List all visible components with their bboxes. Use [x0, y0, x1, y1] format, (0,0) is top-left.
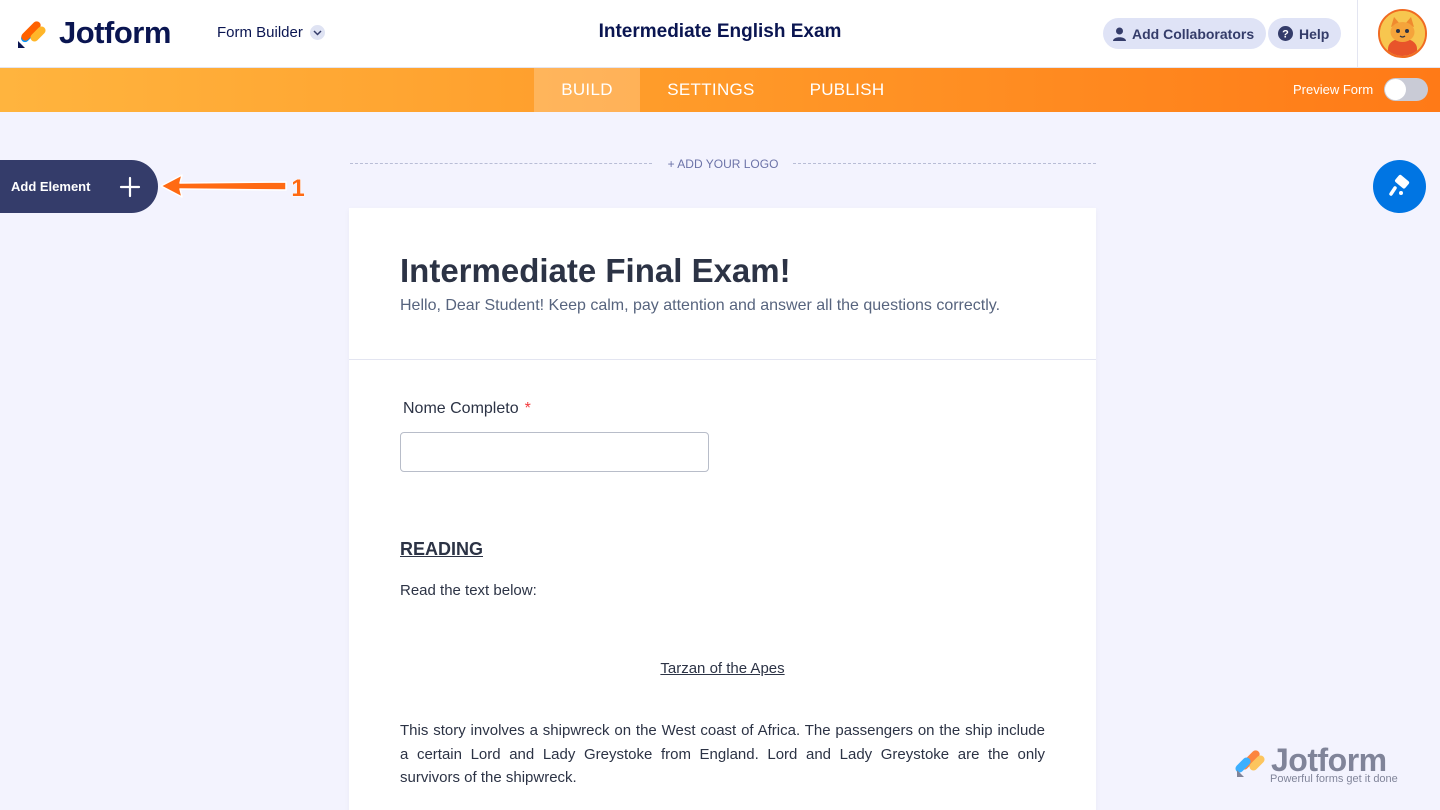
- jotform-watermark: Jotform Powerful forms get it done: [1233, 742, 1413, 790]
- add-element-label: Add Element: [11, 179, 91, 194]
- top-header: Jotform Form Builder Intermediate Englis…: [0, 0, 1440, 68]
- tab-publish-label: PUBLISH: [809, 80, 885, 99]
- header-divider: [1357, 0, 1358, 68]
- form-card: Intermediate Final Exam! Hello, Dear Stu…: [349, 208, 1096, 810]
- full-name-label-text: Nome Completo: [403, 400, 519, 417]
- tab-settings[interactable]: SETTINGS: [651, 68, 771, 112]
- watermark-tagline: Powerful forms get it done: [1270, 773, 1398, 785]
- reading-instruction[interactable]: Read the text below:: [400, 582, 537, 599]
- add-logo-button[interactable]: + ADD YOUR LOGO: [661, 157, 785, 171]
- user-avatar[interactable]: [1378, 9, 1427, 58]
- jotform-logo[interactable]: Jotform: [17, 15, 171, 51]
- svg-text:?: ?: [1282, 29, 1289, 41]
- tab-settings-label: SETTINGS: [667, 80, 755, 99]
- user-icon: [1113, 27, 1126, 41]
- form-title[interactable]: Intermediate English Exam: [599, 21, 842, 42]
- add-element-button[interactable]: Add Element: [0, 160, 158, 213]
- help-icon: ?: [1278, 26, 1293, 41]
- callout-arrow-icon: 1: [160, 174, 305, 202]
- reading-heading[interactable]: READING: [400, 539, 483, 560]
- avatar-cat-icon: [1380, 11, 1425, 56]
- form-designer-button[interactable]: [1373, 160, 1426, 213]
- builder-nav-bar: BUILD SETTINGS PUBLISH Preview Form: [0, 68, 1440, 112]
- story-title[interactable]: Tarzan of the Apes: [349, 660, 1096, 677]
- full-name-input[interactable]: [400, 432, 709, 472]
- tab-publish[interactable]: PUBLISH: [792, 68, 902, 112]
- story-paragraph[interactable]: This story involves a shipwreck on the W…: [400, 719, 1045, 790]
- form-header[interactable]: Intermediate Final Exam! Hello, Dear Stu…: [349, 208, 1096, 360]
- required-asterisk: *: [524, 400, 531, 417]
- tab-build-label: BUILD: [561, 80, 613, 99]
- jotform-logo-icon: [1235, 750, 1265, 777]
- form-heading[interactable]: Intermediate Final Exam!: [400, 252, 791, 290]
- preview-form-label: Preview Form: [1293, 82, 1374, 97]
- help-button[interactable]: ? Help: [1268, 18, 1342, 49]
- add-logo-area: + ADD YOUR LOGO: [350, 155, 1096, 173]
- form-builder-dropdown[interactable]: Form Builder: [217, 24, 325, 41]
- paint-roller-icon: [1388, 174, 1409, 196]
- add-collaborators-label: Add Collaborators: [1132, 25, 1255, 42]
- form-subheading[interactable]: Hello, Dear Student! Keep calm, pay atte…: [400, 297, 1000, 315]
- callout-number: 1: [291, 175, 304, 202]
- brand-name: Jotform: [59, 15, 171, 50]
- preview-form-toggle[interactable]: [1384, 78, 1428, 101]
- add-collaborators-button[interactable]: Add Collaborators: [1103, 18, 1267, 49]
- form-builder-label: Form Builder: [217, 24, 303, 41]
- jotform-logo-icon: [18, 21, 46, 48]
- plus-icon: [119, 176, 141, 198]
- full-name-label[interactable]: Nome Completo *: [403, 400, 531, 418]
- tab-build[interactable]: BUILD: [534, 68, 640, 112]
- help-label: Help: [1299, 25, 1330, 42]
- chevron-down-icon: [309, 25, 325, 40]
